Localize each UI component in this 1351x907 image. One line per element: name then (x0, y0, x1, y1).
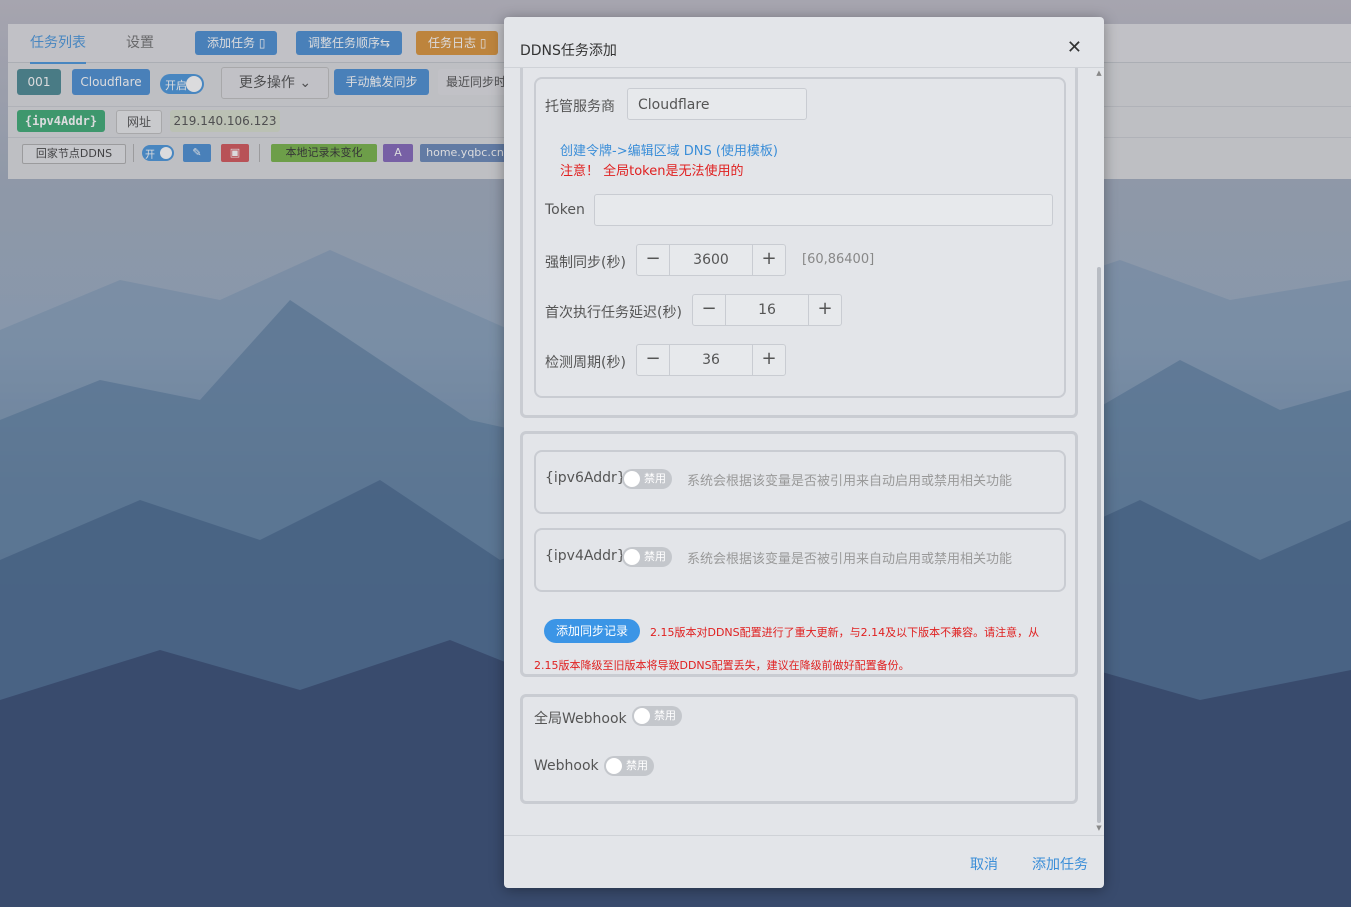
minus-icon[interactable]: − (637, 245, 670, 275)
add-sync-record-button[interactable]: 添加同步记录 (544, 619, 640, 643)
scroll-up-icon[interactable]: ▲ (1095, 69, 1103, 77)
ddns-add-dialog: DDNS任务添加 ✕ 托管服务商 Cloudflare 创建令牌->编辑区域 D… (504, 17, 1104, 888)
webhook-toggle[interactable]: 禁用 (604, 756, 654, 776)
force-sync-label: 强制同步(秒) (545, 255, 626, 271)
global-webhook-toggle[interactable]: 禁用 (632, 706, 682, 726)
ipv4-var-label: {ipv4Addr} (545, 548, 626, 564)
dialog-body: 托管服务商 Cloudflare 创建令牌->编辑区域 DNS (使用模板) 注… (504, 68, 1104, 834)
dialog-header: DDNS任务添加 ✕ (504, 17, 1104, 68)
check-period-stepper[interactable]: − 36 + (636, 344, 786, 376)
first-delay-stepper[interactable]: − 16 + (692, 294, 842, 326)
first-delay-value[interactable]: 16 (726, 295, 808, 325)
version-notice-line1: 2.15版本对DDNS配置进行了重大更新，与2.14及以下版本不兼容。请注意，从 (650, 626, 1040, 639)
cancel-button[interactable]: 取消 (970, 854, 998, 874)
ipv6-desc: 系统会根据该变量是否被引用来自动启用或禁用相关功能 (687, 474, 1013, 489)
token-template-link[interactable]: 创建令牌->编辑区域 DNS (使用模板) (560, 140, 778, 159)
token-input[interactable] (594, 194, 1053, 226)
scroll-down-icon[interactable]: ▼ (1095, 824, 1103, 832)
submit-add-task-button[interactable]: 添加任务 (1032, 854, 1088, 874)
plus-icon[interactable]: + (752, 345, 785, 375)
global-webhook-label: 全局Webhook (534, 711, 627, 727)
check-period-value[interactable]: 36 (670, 345, 752, 375)
check-period-label: 检测周期(秒) (545, 355, 626, 371)
webhook-label: Webhook (534, 758, 599, 774)
force-sync-stepper[interactable]: − 3600 + (636, 244, 786, 276)
force-sync-value[interactable]: 3600 (670, 245, 752, 275)
dialog-title: DDNS任务添加 (520, 43, 617, 59)
provider-config-inner (534, 77, 1066, 398)
force-sync-range: [60,86400] (802, 252, 875, 267)
scrollbar-thumb[interactable] (1097, 267, 1101, 823)
ipv6-var-label: {ipv6Addr} (545, 470, 626, 486)
token-label: Token (545, 202, 585, 218)
token-warning: 注意！ 全局token是无法使用的 (560, 164, 744, 179)
provider-label: 托管服务商 (545, 99, 615, 115)
version-notice-line2: 2.15版本降级至旧版本将导致DDNS配置丢失，建议在降级前做好配置备份。 (534, 659, 910, 672)
first-delay-label: 首次执行任务延迟(秒) (545, 305, 682, 321)
ipv6-toggle[interactable]: 禁用 (622, 469, 672, 489)
ipv4-desc: 系统会根据该变量是否被引用来自动启用或禁用相关功能 (687, 552, 1013, 567)
minus-icon[interactable]: − (637, 345, 670, 375)
plus-icon[interactable]: + (752, 245, 785, 275)
ipv4-toggle[interactable]: 禁用 (622, 547, 672, 567)
provider-select[interactable]: Cloudflare (627, 88, 807, 120)
minus-icon[interactable]: − (693, 295, 726, 325)
dialog-footer: 取消 添加任务 (504, 835, 1104, 888)
close-icon[interactable]: ✕ (1067, 39, 1082, 57)
plus-icon[interactable]: + (808, 295, 841, 325)
